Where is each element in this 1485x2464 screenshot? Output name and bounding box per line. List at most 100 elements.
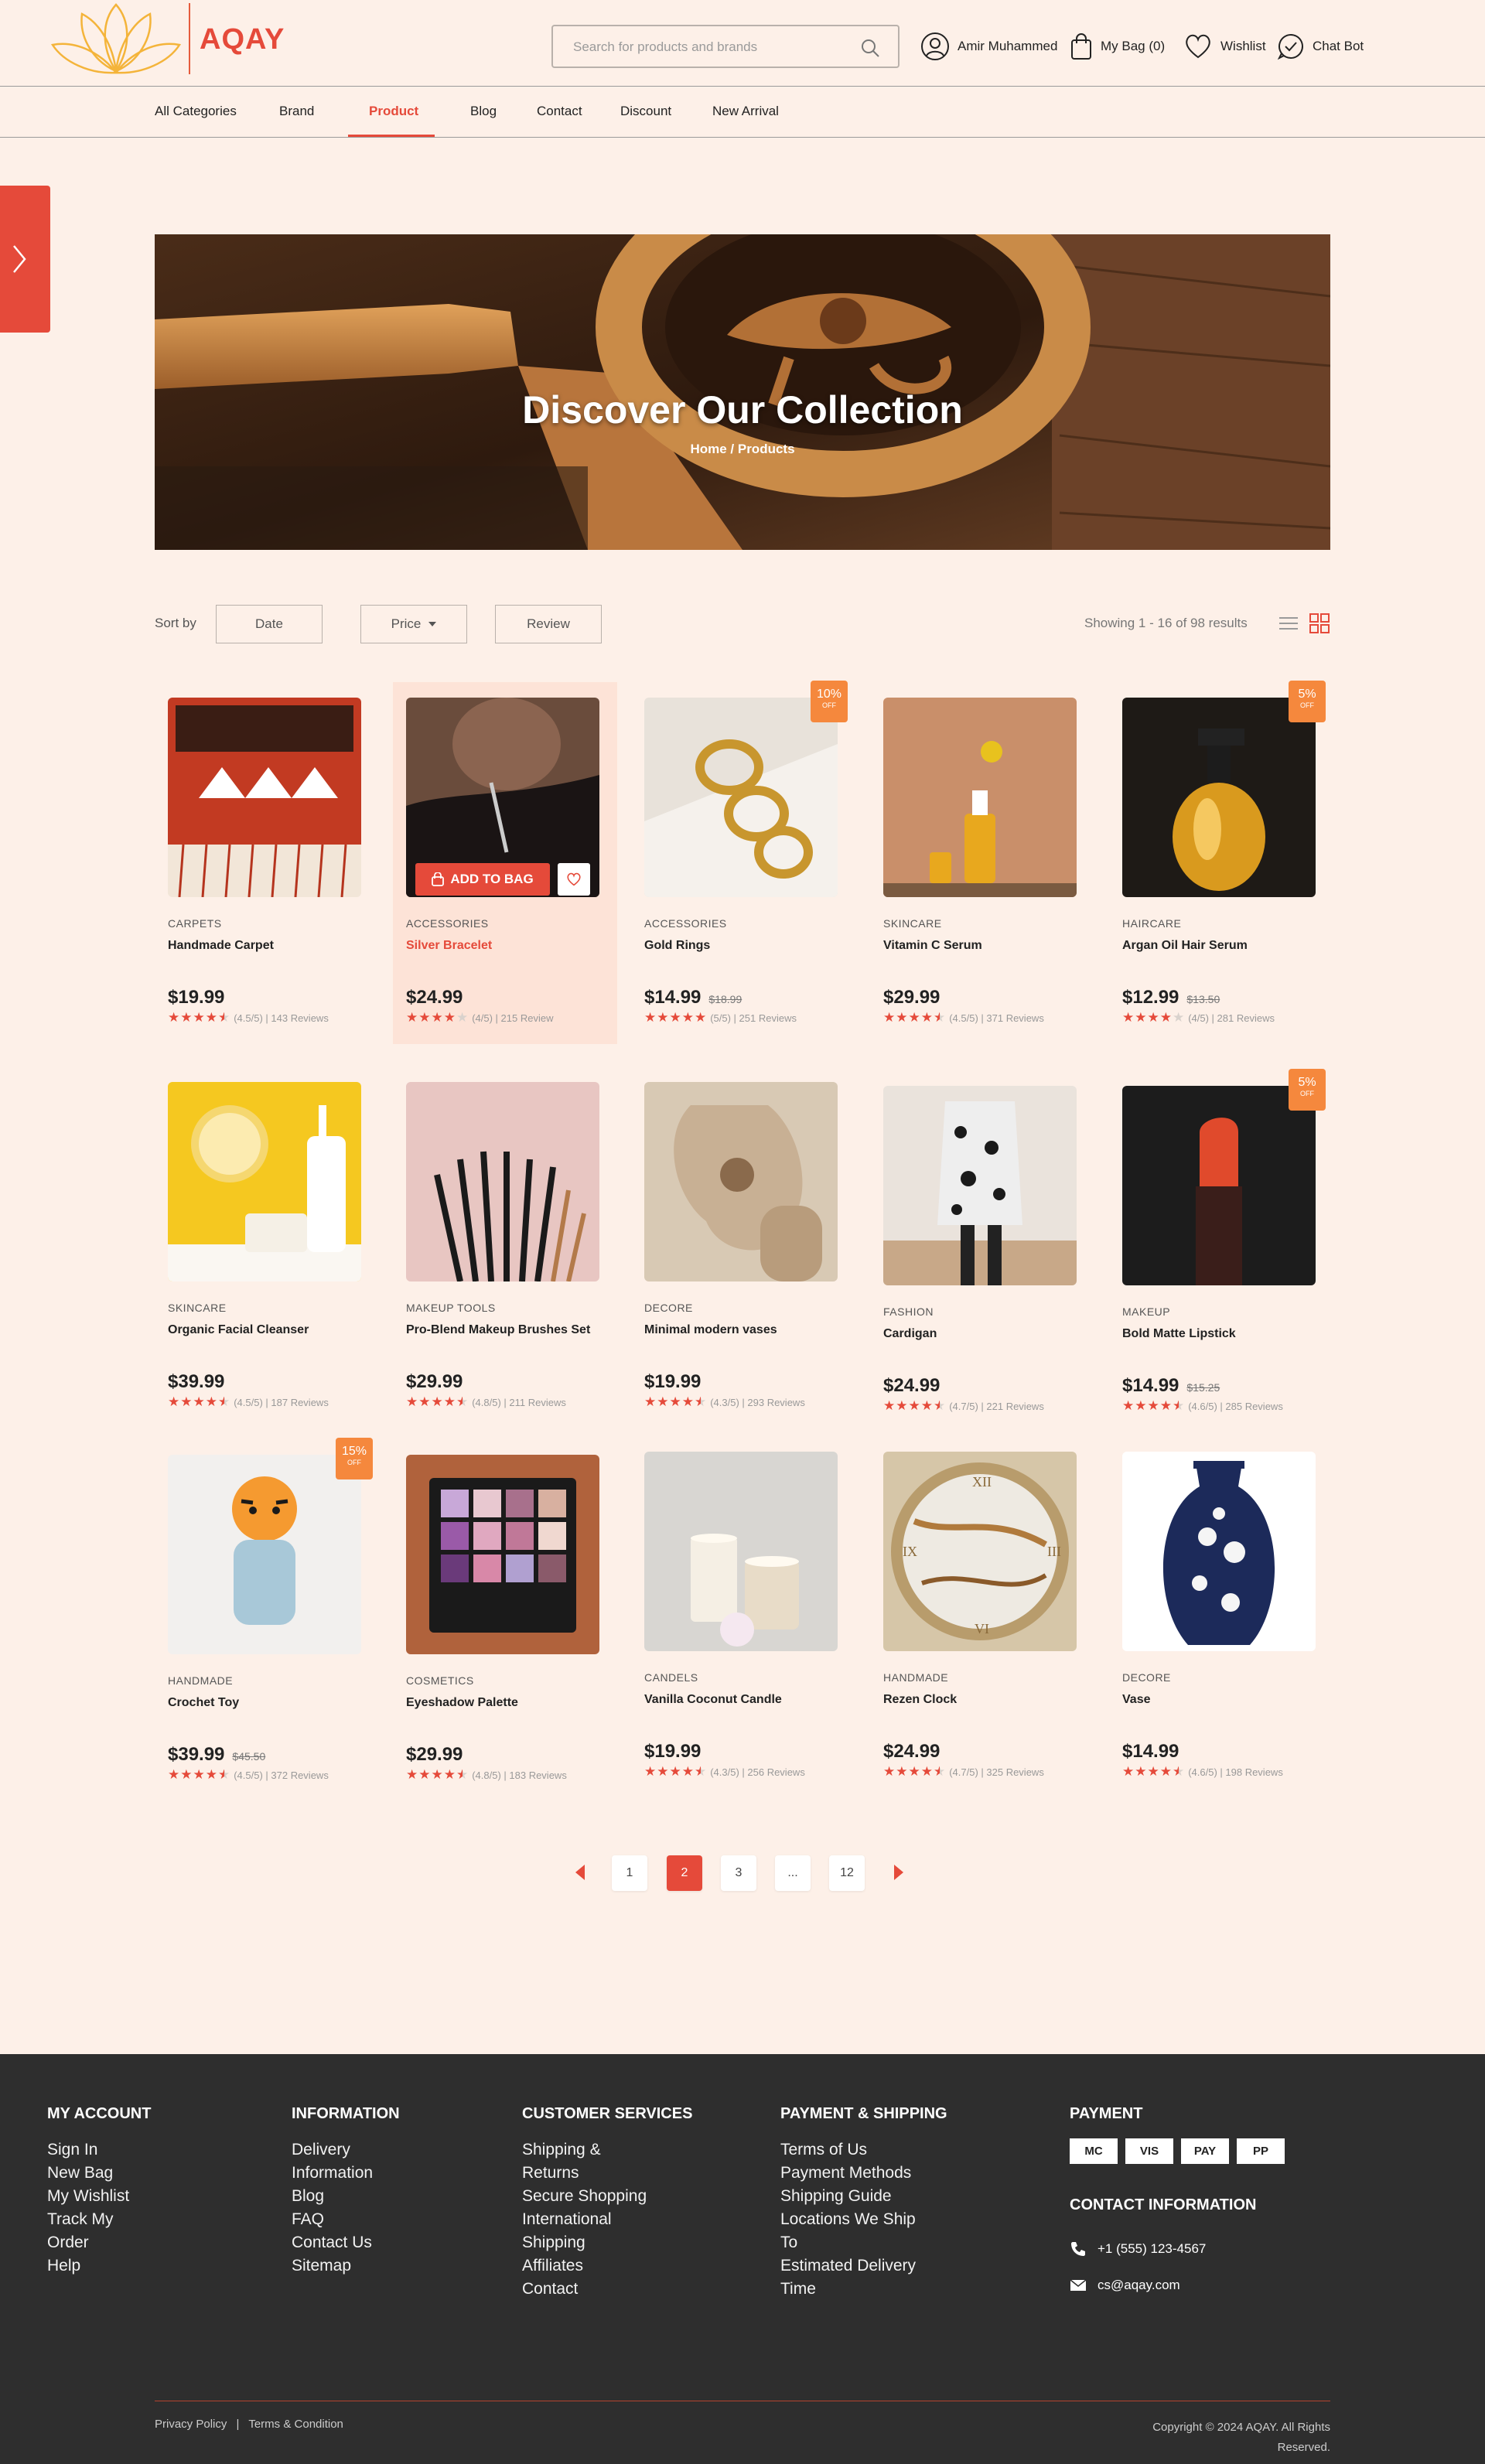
footer-link[interactable]: New Bag [47, 2162, 151, 2185]
product-name[interactable]: Vitamin C Serum [883, 934, 1084, 957]
nav-all-categories[interactable]: All Categories [155, 104, 237, 119]
nav-discount[interactable]: Discount [620, 104, 671, 119]
page-3[interactable]: 3 [721, 1855, 756, 1891]
page-1[interactable]: 1 [612, 1855, 647, 1891]
product-card[interactable]: DECORE Minimal modern vases $19.99 ★★★★★ (4.… [631, 1066, 855, 1428]
add-to-wishlist-button[interactable] [558, 863, 590, 896]
lotus-logo-icon[interactable] [46, 0, 186, 80]
product-image[interactable] [1122, 1086, 1316, 1285]
footer-link[interactable]: Shipping [522, 2231, 692, 2254]
product-name[interactable]: Organic Facial Cleanser [168, 1319, 369, 1341]
product-image[interactable] [644, 698, 838, 897]
footer-link[interactable]: Shipping & [522, 2138, 692, 2162]
footer-link[interactable]: Shipping Guide [780, 2185, 947, 2208]
footer-link[interactable]: Help [47, 2254, 151, 2278]
privacy-policy-link[interactable]: Privacy Policy [155, 2418, 227, 2431]
product-card[interactable]: HANDMADE Crochet Toy $39.99 $45.50 ★★★★★ (4.5… [155, 1439, 379, 1801]
product-name[interactable]: Cardigan [883, 1322, 1084, 1345]
prev-page-icon[interactable] [574, 1864, 586, 1881]
footer-link[interactable]: Blog [292, 2185, 400, 2208]
product-name[interactable]: Minimal modern vases [644, 1319, 845, 1341]
page-2[interactable]: 2 [667, 1855, 702, 1891]
grid-view-icon[interactable] [1309, 613, 1330, 634]
product-image[interactable] [1122, 698, 1316, 897]
brand-name[interactable]: AQAY [200, 23, 285, 56]
product-name[interactable]: Gold Rings [644, 934, 845, 957]
footer-link[interactable]: Terms of Us [780, 2138, 947, 2162]
product-card[interactable]: MAKEUP Bold Matte Lipstick $14.99 $15.25 ★★★… [1109, 1070, 1333, 1432]
product-name[interactable]: Silver Bracelet [406, 934, 607, 957]
product-name[interactable]: Crochet Toy [168, 1691, 369, 1714]
footer-link[interactable]: Payment Methods [780, 2162, 947, 2185]
footer-link[interactable]: Locations We Ship [780, 2208, 947, 2231]
footer-link[interactable]: My Wishlist [47, 2185, 151, 2208]
product-image[interactable] [644, 1452, 838, 1651]
footer-link[interactable]: Track My [47, 2208, 151, 2231]
terms-link[interactable]: Terms & Condition [248, 2418, 343, 2431]
bag-link[interactable]: My Bag (0) [1070, 29, 1165, 63]
footer-link[interactable]: Estimated Delivery [780, 2254, 947, 2278]
product-image[interactable] [883, 1086, 1077, 1285]
product-image[interactable] [406, 1455, 599, 1654]
nav-new-arrival[interactable]: New Arrival [712, 104, 779, 119]
contact-email[interactable]: cs@aqay.com [1070, 2278, 1285, 2293]
product-image[interactable] [168, 1455, 361, 1654]
list-view-icon[interactable] [1278, 613, 1299, 634]
sort-date-button[interactable]: Date [216, 605, 323, 643]
product-card[interactable]: COSMETICS Eyeshadow Palette $29.99 ★★★★★ (4.… [393, 1439, 617, 1801]
product-card[interactable]: XII III VI IX HANDMADE Rezen Clock $24.99 ★★★★★… [870, 1436, 1094, 1798]
nav-product[interactable]: Product [369, 104, 418, 119]
footer-link[interactable]: Secure Shopping [522, 2185, 692, 2208]
chatbot-link[interactable]: Chat Bot [1277, 29, 1364, 63]
footer-link[interactable]: Time [780, 2278, 947, 2301]
product-card[interactable]: ACCESSORIES Gold Rings $14.99 $18.99 ★★★★★ (5… [631, 682, 855, 1044]
product-name[interactable]: Argan Oil Hair Serum [1122, 934, 1323, 957]
product-image[interactable] [644, 1082, 838, 1281]
page-12[interactable]: 12 [829, 1855, 865, 1891]
sort-review-button[interactable]: Review [495, 605, 602, 643]
product-card[interactable]: FASHION Cardigan $24.99 ★★★★★ (4.7/5) | 221 … [870, 1070, 1094, 1432]
product-card[interactable]: HAIRCARE Argan Oil Hair Serum $12.99 $13.50… [1109, 682, 1333, 1044]
product-card[interactable]: CANDELS Vanilla Coconut Candle $19.99 ★★★★★… [631, 1436, 855, 1798]
product-image[interactable] [1122, 1452, 1316, 1651]
product-image[interactable] [883, 698, 1077, 897]
footer-link[interactable]: International [522, 2208, 692, 2231]
footer-link[interactable]: Sitemap [292, 2254, 400, 2278]
footer-link[interactable]: Information [292, 2162, 400, 2185]
search-input[interactable] [573, 37, 852, 57]
footer-link[interactable]: Contact [522, 2278, 692, 2301]
account-link[interactable]: Amir Muhammed [920, 29, 1057, 63]
nav-contact[interactable]: Contact [537, 104, 582, 119]
footer-link[interactable]: Sign In [47, 2138, 151, 2162]
footer-link[interactable]: To [780, 2231, 947, 2254]
search-icon[interactable] [859, 37, 881, 59]
product-name[interactable]: Handmade Carpet [168, 934, 369, 957]
product-name[interactable]: Vase [1122, 1688, 1323, 1711]
footer-link[interactable]: Order [47, 2231, 151, 2254]
product-card[interactable]: SKINCARE Organic Facial Cleanser $39.99 ★★★… [155, 1066, 379, 1428]
nav-blog[interactable]: Blog [470, 104, 497, 119]
product-image[interactable] [168, 1082, 361, 1281]
product-card[interactable]: DECORE Vase $14.99 ★★★★★ (4.6/5) | 198 Revie… [1109, 1436, 1333, 1798]
wishlist-link[interactable]: Wishlist [1183, 29, 1266, 63]
nav-brand[interactable]: Brand [279, 104, 314, 119]
search-box[interactable] [551, 25, 900, 68]
sort-price-button[interactable]: Price [360, 605, 467, 643]
product-name[interactable]: Pro-Blend Makeup Brushes Set [406, 1319, 607, 1341]
footer-link[interactable]: Returns [522, 2162, 692, 2185]
contact-phone[interactable]: +1 (555) 123-4567 [1070, 2240, 1285, 2258]
product-card[interactable]: SKINCARE Vitamin C Serum $29.99 ★★★★★ (4.5/5… [870, 682, 1094, 1044]
breadcrumb[interactable]: Home / Products [155, 442, 1330, 457]
footer-link[interactable]: Contact Us [292, 2231, 400, 2254]
footer-link[interactable]: Affiliates [522, 2254, 692, 2278]
product-card[interactable]: MAKEUP TOOLS Pro-Blend Makeup Brushes Set… [393, 1066, 617, 1428]
product-name[interactable]: Rezen Clock [883, 1688, 1084, 1711]
product-name[interactable]: Vanilla Coconut Candle [644, 1688, 845, 1711]
footer-link[interactable]: FAQ [292, 2208, 400, 2231]
product-card[interactable]: CARPETS Handmade Carpet $19.99 ★★★★★ (4.5/5)… [155, 682, 379, 1044]
product-image[interactable] [406, 1082, 599, 1281]
side-panel-toggle[interactable] [0, 186, 50, 333]
product-name[interactable]: Eyeshadow Palette [406, 1691, 607, 1714]
product-card[interactable]: ADD TO BAG ACCESSORIES Silver Bracelet $24.… [393, 682, 617, 1044]
footer-link[interactable]: Delivery [292, 2138, 400, 2162]
